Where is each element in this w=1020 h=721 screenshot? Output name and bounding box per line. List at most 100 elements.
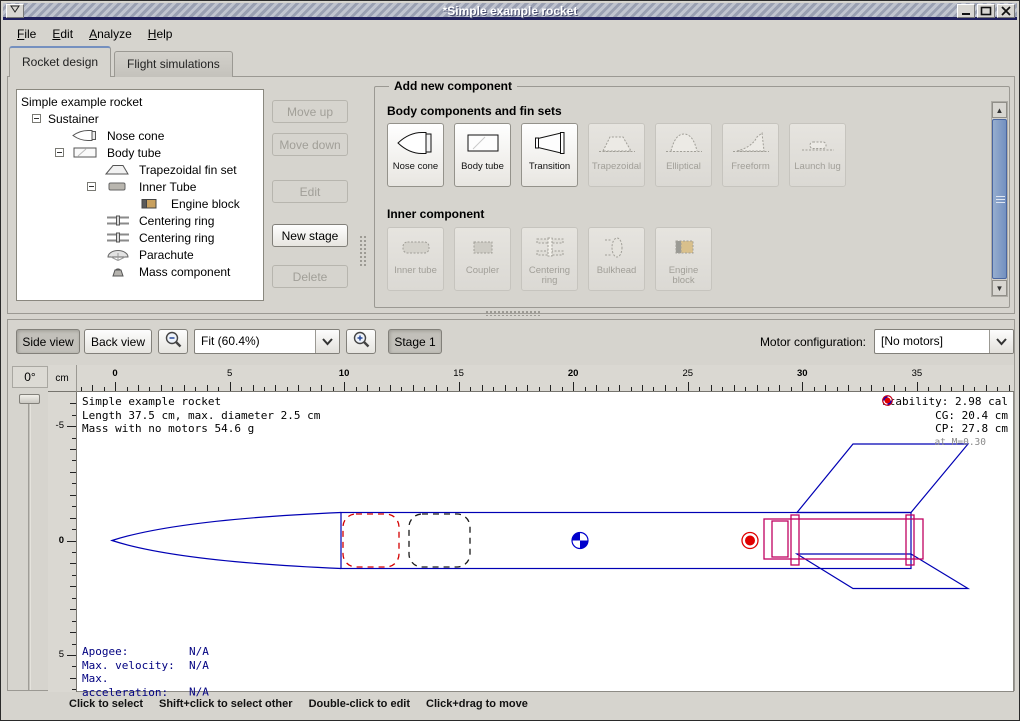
minimize-icon[interactable] [957, 4, 975, 18]
tree-item-centering-ring[interactable]: Centering ring [17, 229, 263, 246]
ruler-label: 5 [59, 649, 64, 660]
body-tube-shape[interactable] [341, 513, 911, 569]
horizontal-ruler: 05101520253035 [77, 365, 1014, 392]
zoom-select-value: Fit (60.4%) [195, 330, 315, 353]
cp-marker [742, 533, 758, 549]
centering-ring-front-shape[interactable] [791, 515, 799, 565]
tree-item-mass-component[interactable]: Mass component [17, 263, 263, 280]
magnifier-plus-icon [351, 330, 371, 353]
stability-info: Stability: 2.98 cal CG: 20.4 cm CP: 27.8… [882, 395, 1008, 449]
chevron-down-icon[interactable] [315, 330, 339, 353]
scroll-down-icon[interactable]: ▼ [992, 280, 1007, 296]
close-icon[interactable] [997, 4, 1015, 18]
add-bulkhead-button[interactable]: Bulkhead [588, 227, 645, 291]
rotation-slider-handle[interactable] [19, 394, 40, 404]
ruler-tick [333, 387, 334, 391]
menu-file[interactable]: File [9, 24, 44, 44]
window-title: *Simple example rocket [3, 4, 1017, 18]
rocket-info-text: Simple example rocketLength 37.5 cm, max… [82, 395, 320, 436]
add-engine-block-button[interactable]: Engine block [655, 227, 712, 291]
tree-expander-icon[interactable] [87, 182, 96, 191]
tree-expander-icon[interactable] [32, 114, 41, 123]
tree-item-sustainer[interactable]: Sustainer [17, 110, 263, 127]
flight-info: Apogee:N/AMax. velocity:N/AMax. accelera… [82, 645, 209, 699]
nose-cone-shape[interactable] [112, 513, 341, 569]
rotation-slider-track[interactable] [28, 404, 31, 690]
scrollbar-thumb[interactable] [992, 119, 1007, 279]
menu-help[interactable]: Help [140, 24, 181, 44]
ruler-tick [67, 541, 76, 542]
move-down-button[interactable]: Move down [272, 133, 348, 156]
new-stage-button[interactable]: New stage [272, 224, 348, 247]
tree-item-body-tube[interactable]: Body tube [17, 144, 263, 161]
maximize-icon[interactable] [977, 4, 995, 18]
parachute-icon [103, 248, 133, 261]
innertube-icon [103, 180, 133, 193]
mass-component-shape[interactable] [409, 514, 470, 567]
add-nose-cone-button[interactable]: Nose cone [387, 123, 444, 187]
ruler-tick [883, 387, 884, 391]
tree-item-parachute[interactable]: Parachute [17, 246, 263, 263]
ruler-tick [447, 387, 448, 391]
finset-icon [103, 163, 133, 176]
centering-ring-rear-shape[interactable] [906, 515, 914, 565]
add-coupler-button[interactable]: Coupler [454, 227, 511, 291]
ruler-tick [253, 385, 254, 391]
scroll-up-icon[interactable]: ▲ [992, 102, 1007, 118]
tree-item-label: Sustainer [48, 112, 99, 126]
edit-button[interactable]: Edit [272, 180, 348, 203]
tab-flight-simulations[interactable]: Flight simulations [114, 51, 233, 77]
ruler-tick [734, 385, 735, 391]
horizontal-splitter-handle[interactable] [485, 310, 541, 316]
ruler-label: 15 [453, 368, 464, 379]
motor-configuration-label: Motor configuration: [760, 335, 866, 349]
stage-1-toggle[interactable]: Stage 1 [388, 329, 442, 354]
add-body-tube-button[interactable]: Body tube [454, 123, 511, 187]
tab-rocket-design[interactable]: Rocket design [9, 46, 111, 77]
motor-configuration-select[interactable]: [No motors] [874, 329, 1014, 354]
component-button-label: Elliptical [666, 162, 701, 173]
add-trapezoidal-button[interactable]: Trapezoidal [588, 123, 645, 187]
add-elliptical-button[interactable]: Elliptical [655, 123, 712, 187]
tree-item-label: Centering ring [139, 231, 214, 245]
edit-button-column: Move up Move down Edit New stage Delete [272, 77, 348, 315]
tree-item-engine-block[interactable]: Engine block [17, 195, 263, 212]
tree-expander-icon[interactable] [55, 148, 64, 157]
tree-item-inner-tube[interactable]: Inner Tube [17, 178, 263, 195]
tree-item-nose-cone[interactable]: Nose cone [17, 127, 263, 144]
parachute-shape[interactable] [343, 514, 399, 567]
zoom-in-button[interactable] [346, 329, 376, 354]
engine-block-shape[interactable] [772, 521, 788, 557]
ruler-tick [115, 382, 116, 391]
add-centering-ring-button[interactable]: Centering ring [521, 227, 578, 291]
ruler-tick [401, 387, 402, 391]
side-view-button[interactable]: Side view [16, 329, 80, 354]
zoom-select[interactable]: Fit (60.4%) [194, 329, 340, 354]
ruler-tick [516, 387, 517, 391]
add-freeform-button[interactable]: Freeform [722, 123, 779, 187]
fin-upper-shape[interactable] [797, 444, 968, 513]
ruler-tick [310, 387, 311, 391]
zoom-out-button[interactable] [158, 329, 188, 354]
tree-item-centering-ring[interactable]: Centering ring [17, 212, 263, 229]
chevron-down-icon[interactable] [989, 330, 1013, 353]
ruler-tick [699, 387, 700, 391]
delete-button[interactable]: Delete [272, 265, 348, 288]
back-view-button[interactable]: Back view [84, 329, 152, 354]
move-up-button[interactable]: Move up [272, 100, 348, 123]
tree-item-simple-example-rocket[interactable]: Simple example rocket [17, 93, 263, 110]
add-inner-tube-button[interactable]: Inner tube [387, 227, 444, 291]
add-launch-lug-button[interactable]: Launch lug [789, 123, 846, 187]
tree-item-label: Trapezoidal fin set [139, 163, 237, 177]
vertical-splitter-handle[interactable] [359, 235, 367, 267]
menu-analyze[interactable]: Analyze [81, 24, 140, 44]
scrollbar-grip [996, 196, 1005, 204]
rocket-canvas[interactable]: Simple example rocketLength 37.5 cm, max… [77, 392, 1014, 692]
cg-marker [572, 533, 588, 549]
menu-edit[interactable]: Edit [44, 24, 81, 44]
add-transition-button[interactable]: Transition [521, 123, 578, 187]
component-scrollbar[interactable]: ▲ ▼ [991, 101, 1008, 297]
tree-item-label: Body tube [107, 146, 161, 160]
component-button-label: Transition [529, 162, 570, 173]
tree-item-trapezoidal-fin-set[interactable]: Trapezoidal fin set [17, 161, 263, 178]
